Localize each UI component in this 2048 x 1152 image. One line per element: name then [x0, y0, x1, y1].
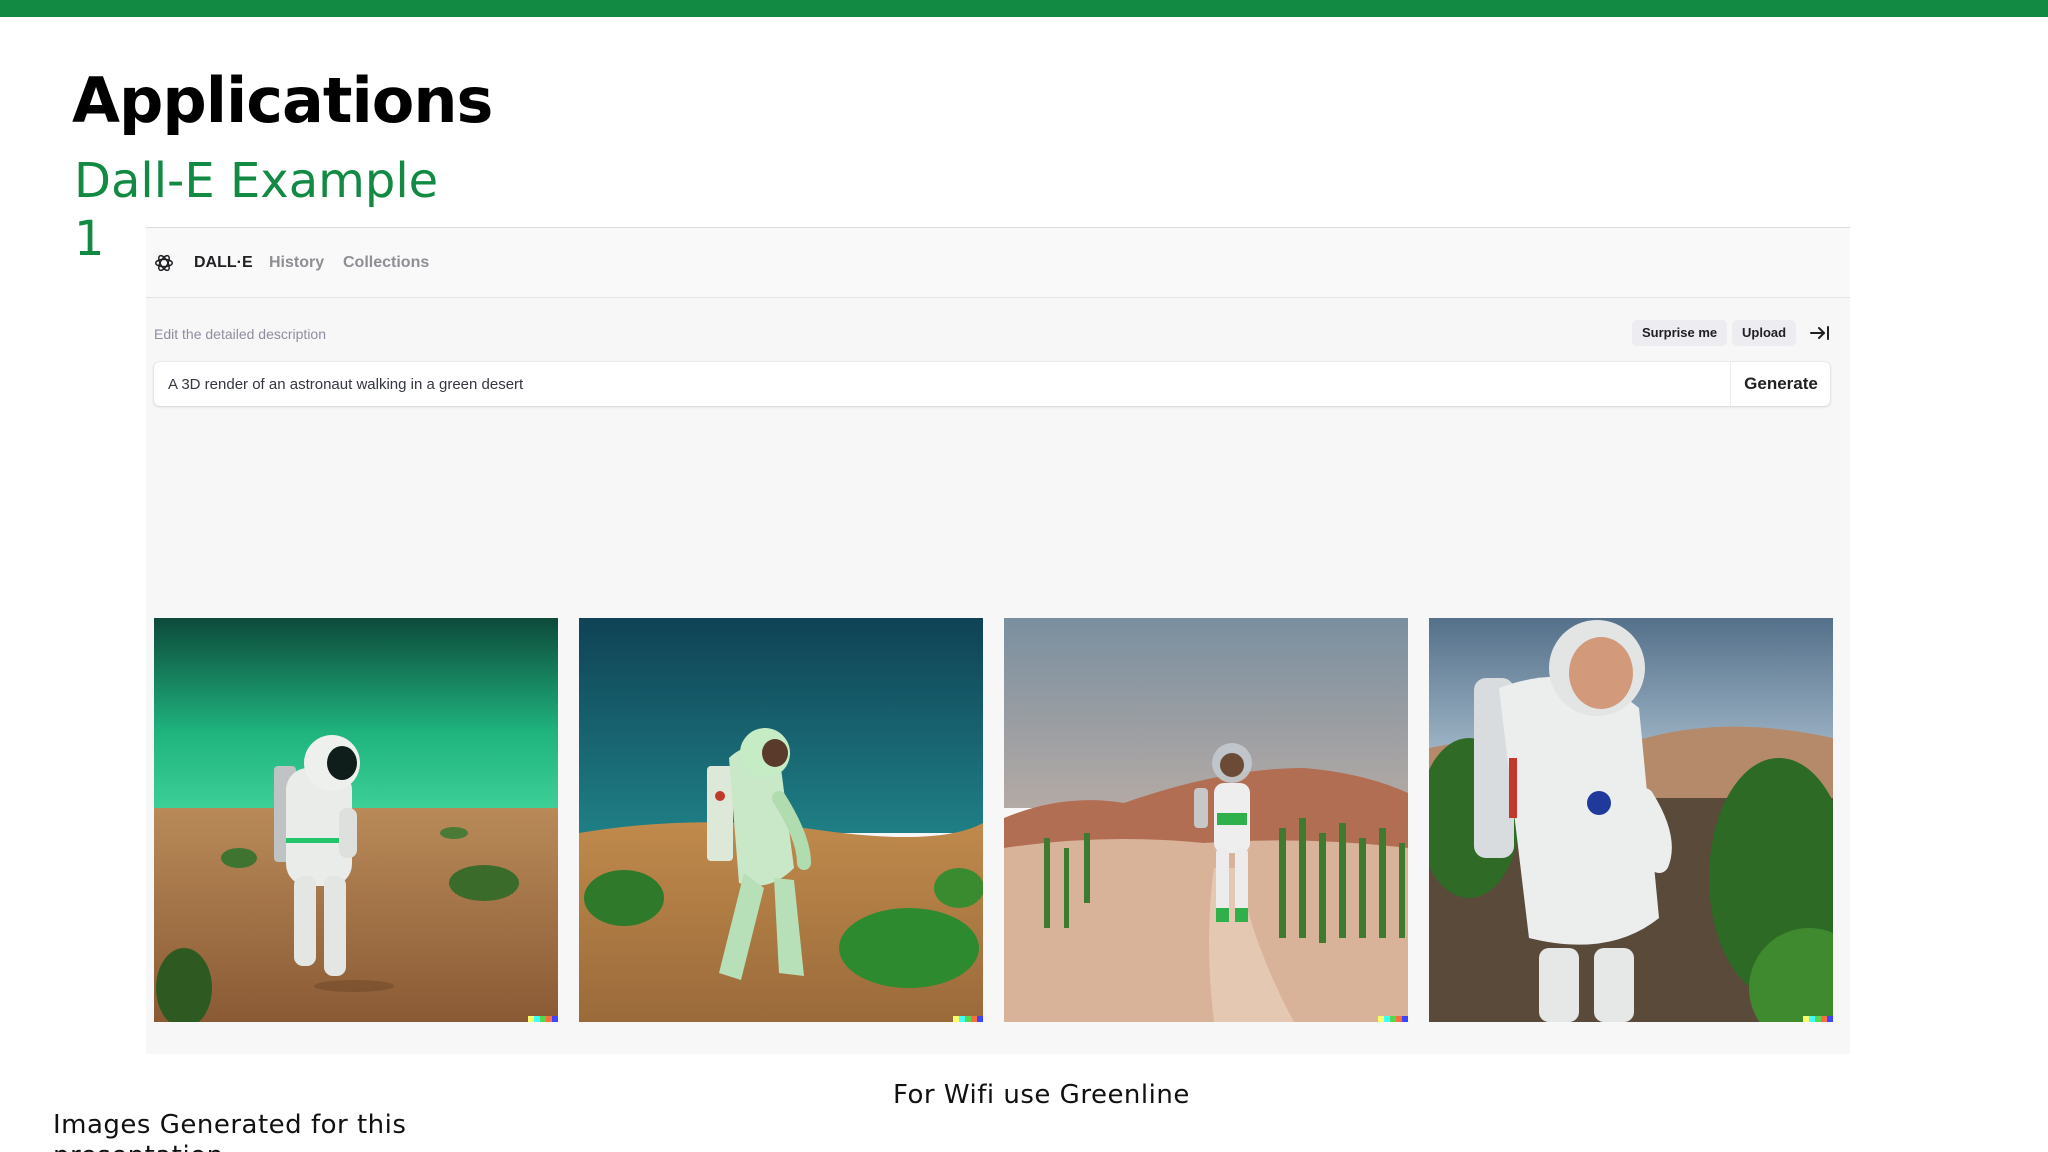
footer-note-wifi: For Wifi use Greenline: [893, 1080, 1190, 1110]
arrow-to-right-icon[interactable]: [1808, 321, 1832, 345]
dalle-signature: [1378, 1016, 1408, 1022]
generated-image-4[interactable]: [1429, 618, 1833, 1022]
slide-title: Applications: [72, 64, 493, 137]
dalle-nav-bar: DALL·E History Collections: [146, 228, 1850, 298]
generated-image-1[interactable]: [154, 618, 558, 1022]
nav-collections[interactable]: Collections: [343, 252, 429, 274]
dalle-signature: [528, 1016, 558, 1022]
dalle-screenshot: DALL·E History Collections Edit the deta…: [146, 227, 1850, 1054]
dalle-signature: [1803, 1016, 1833, 1022]
upload-button[interactable]: Upload: [1732, 320, 1797, 346]
nav-dalle[interactable]: DALL·E: [194, 252, 253, 274]
prompt-input[interactable]: [154, 362, 1730, 406]
openai-logo-icon[interactable]: [153, 252, 175, 274]
generate-button[interactable]: Generate: [1730, 362, 1831, 406]
prompt-box: Generate: [154, 362, 1830, 406]
footer-note-images: Images Generated for this presentation: [53, 1110, 407, 1152]
nav-history[interactable]: History: [269, 252, 324, 274]
top-accent-bar: [0, 0, 2048, 17]
generated-image-2[interactable]: [579, 618, 983, 1022]
surprise-me-button[interactable]: Surprise me: [1632, 320, 1728, 346]
dalle-signature: [953, 1016, 983, 1022]
generated-image-3[interactable]: [1004, 618, 1408, 1022]
edit-description-label: Edit the detailed description: [154, 326, 326, 342]
